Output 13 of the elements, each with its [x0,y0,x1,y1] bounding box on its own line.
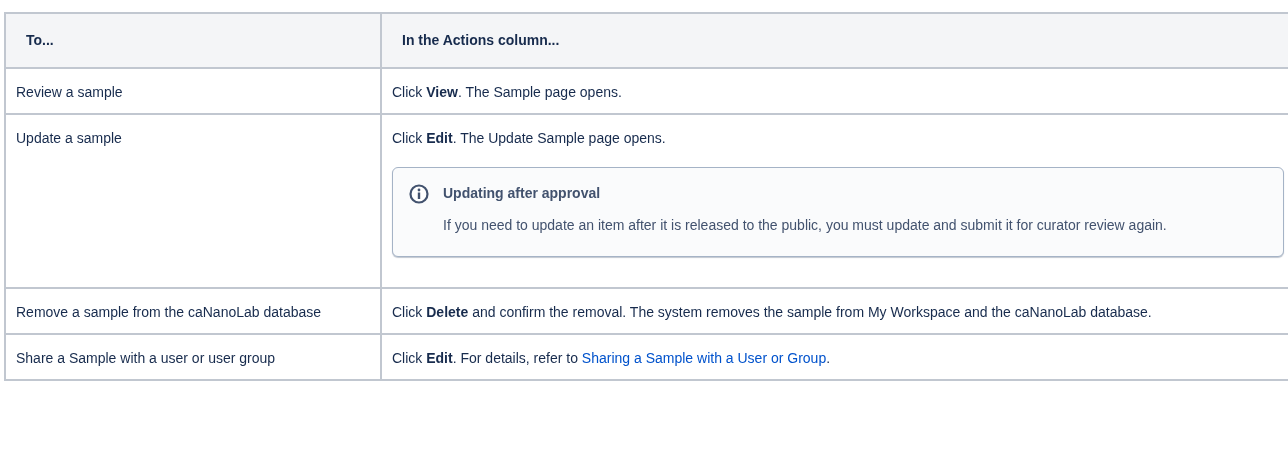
info-icon [409,184,429,204]
note-text: If you need to update an item after it is released to the public, you must update and submit it for curator review again. [443,216,1168,234]
column-header: To... [5,13,381,68]
table-cell: Review a sample [5,68,381,114]
column-header: In the Actions column... [381,13,1288,68]
action-text: Click View. The Sample page opens. [392,83,623,101]
note-title: Updating after approval [443,184,602,202]
table-cell: Update a sample [5,114,381,288]
table-cell: Remove a sample from the caNanoLab database [5,288,381,334]
action-text: Click Delete and confirm the removal. The system removes the sample from My Workspace and the caNanoLab database. [392,303,1153,321]
table-cell: Share a Sample with a user or user group [5,334,381,380]
action-text: Click Edit. For details, refer to Sharing a Sample with a User or Group. [392,349,832,367]
action-text: Click Edit. The Update Sample page opens. [392,129,667,147]
